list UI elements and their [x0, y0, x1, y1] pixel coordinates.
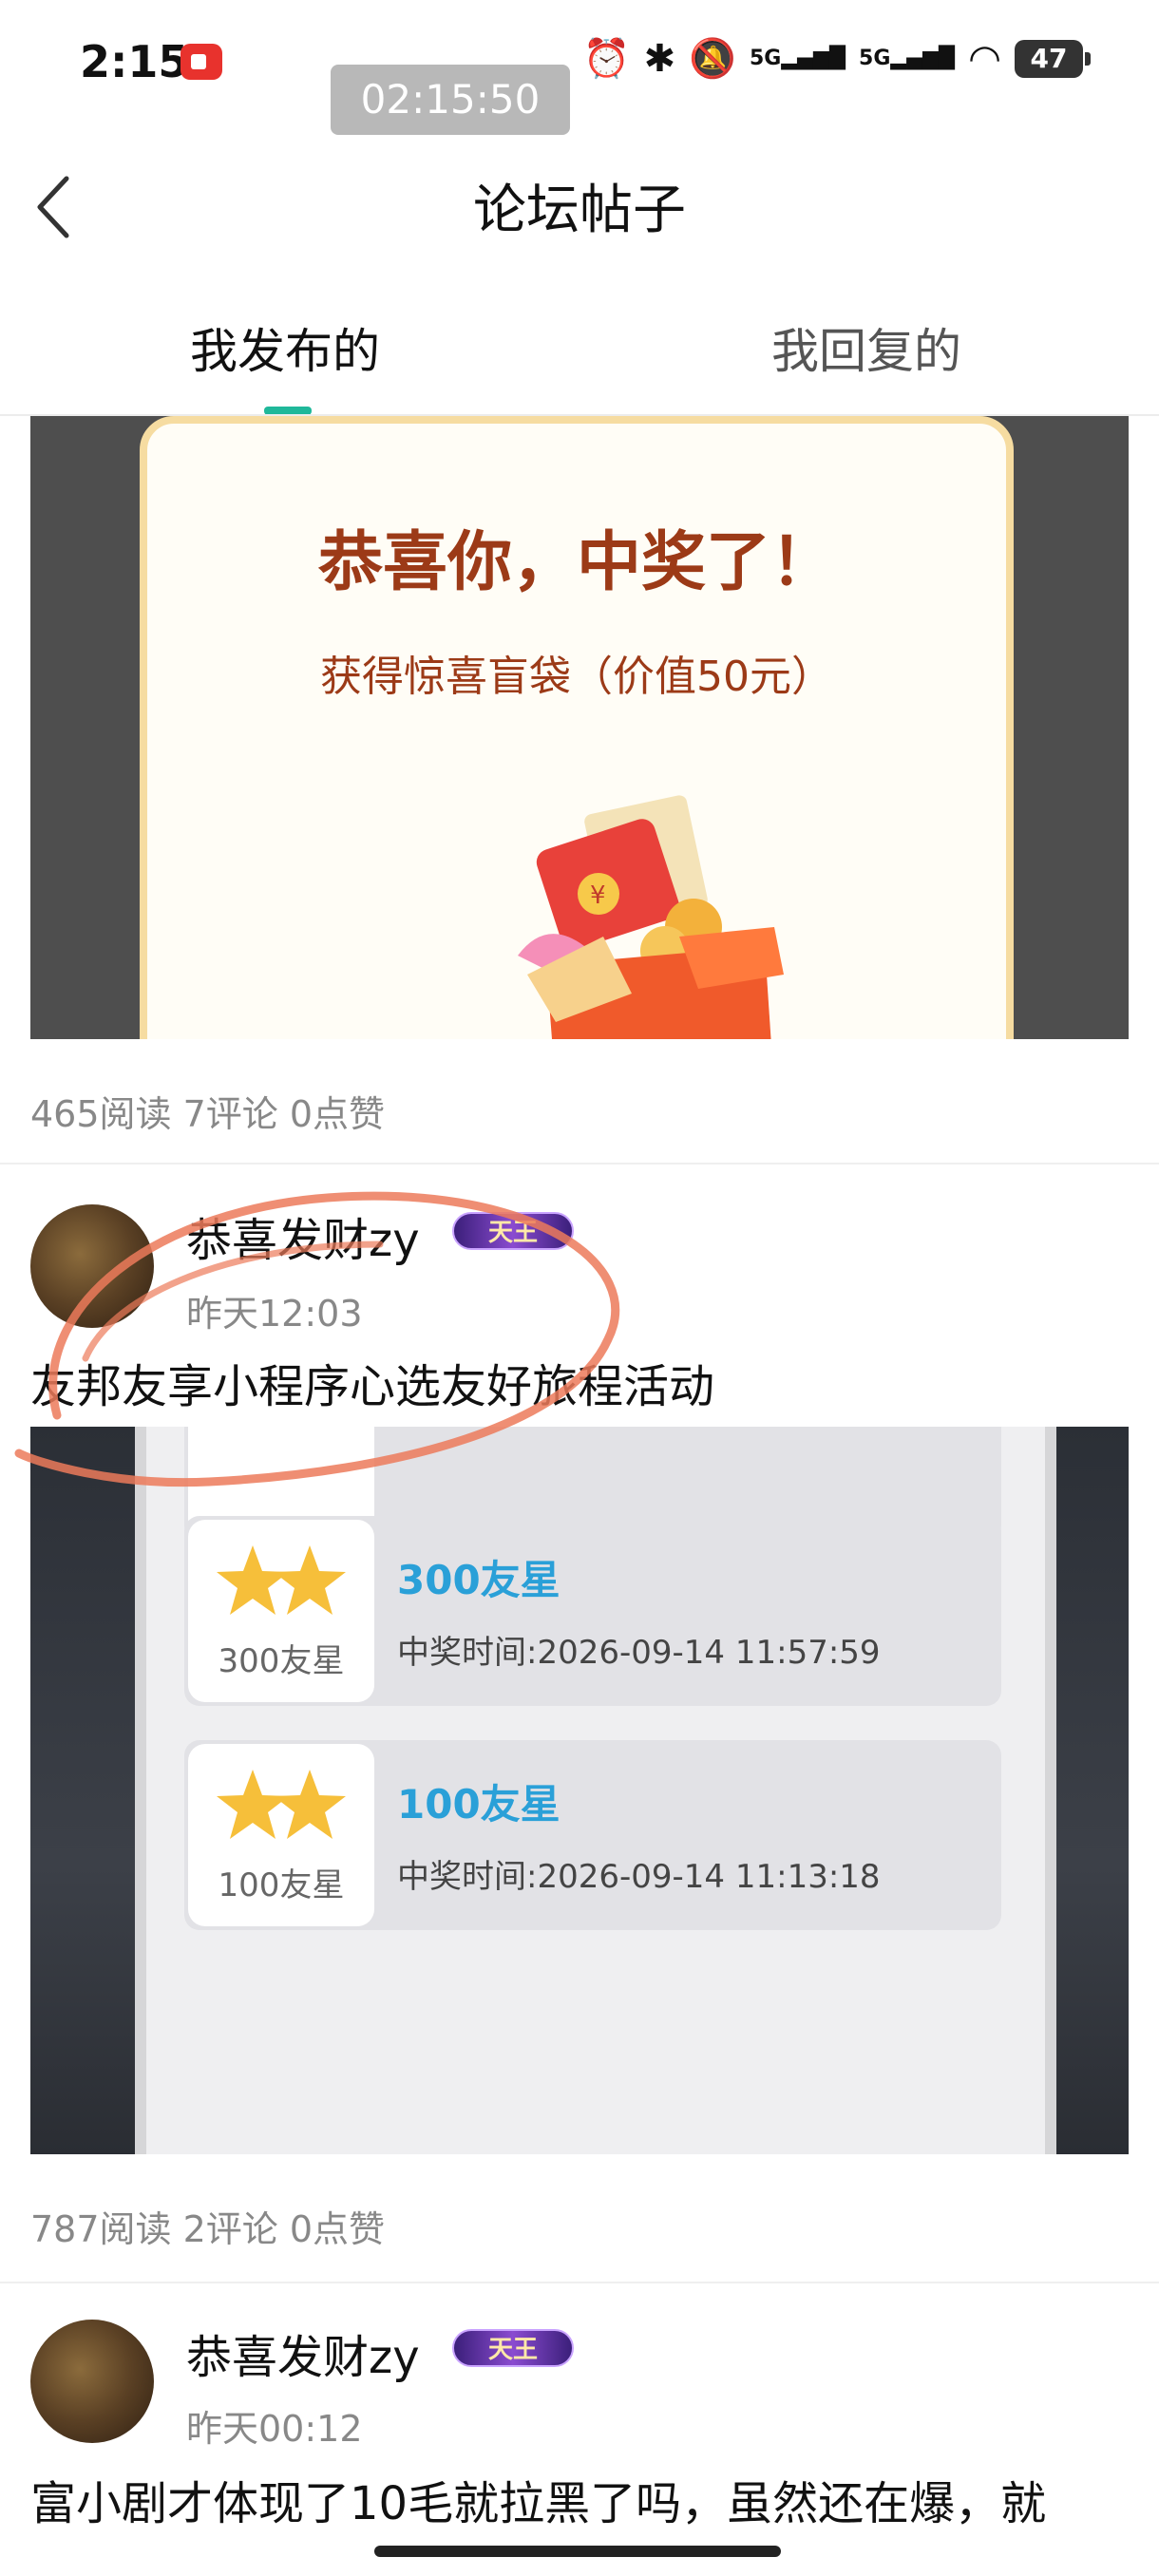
post-2-image[interactable]: 300友星 300友星 中奖时间:2026-09-14 11:57:59 100… — [30, 1427, 1129, 2154]
prize-tile: 100友星 — [188, 1744, 374, 1926]
avatar[interactable] — [30, 2320, 154, 2443]
star-icon — [217, 1545, 346, 1615]
svg-text:¥: ¥ — [590, 881, 606, 910]
prize-tile: 300友星 — [188, 1520, 374, 1702]
recording-timer[interactable]: 02:15:50 — [331, 65, 570, 135]
status-time: 2:15 — [80, 36, 189, 87]
prize-list-screenshot: 300友星 300友星 中奖时间:2026-09-14 11:57:59 100… — [135, 1427, 1056, 2154]
post-separator — [0, 2282, 1159, 2283]
post-1-stats: 465阅读 7评论 0点赞 — [30, 1093, 386, 1135]
star-icon — [217, 1770, 346, 1839]
prize-name: 300友星 — [397, 1557, 560, 1603]
level-badge: 天王 — [452, 1212, 574, 1250]
prize-card: 恭喜你，中奖了！ 获得惊喜盲袋（价值50元） ¥ — [140, 416, 1014, 1039]
prize-card-subtitle: 获得惊喜盲袋（价值50元） — [320, 653, 833, 701]
prize-card-title: 恭喜你，中奖了！ — [317, 525, 835, 600]
wifi-icon: ◠ — [968, 36, 1001, 81]
prize-time: 中奖时间:2026-09-14 11:57:59 — [397, 1634, 881, 1672]
level-badge: 天王 — [452, 2329, 574, 2367]
bluetooth-icon: ✱ — [643, 36, 676, 81]
signal-icon-1: 5G▂▄▆█ — [749, 47, 846, 70]
screen-record-icon — [180, 44, 222, 80]
post-3-author[interactable]: 恭喜发财zy — [186, 2320, 420, 2386]
tab-my-replies[interactable]: 我回复的 — [771, 313, 961, 382]
page-title: 论坛帖子 — [473, 180, 686, 241]
tab-my-posts[interactable]: 我发布的 — [190, 313, 380, 382]
post-separator — [0, 1163, 1159, 1165]
prize-row: 100友星 100友星 中奖时间:2026-09-14 11:13:18 — [184, 1740, 1001, 1930]
mute-icon: 🔕 — [689, 37, 736, 81]
post-1-image[interactable]: 恭喜你，中奖了！ 获得惊喜盲袋（价值50元） ¥ — [30, 416, 1129, 1039]
prize-time: 中奖时间:2026-09-14 11:13:18 — [397, 1858, 881, 1896]
post-3-time: 昨天00:12 — [186, 2408, 363, 2450]
signal-icon-2: 5G▂▄▆█ — [859, 47, 956, 70]
post-2-stats: 787阅读 2评论 0点赞 — [30, 2208, 386, 2250]
post-2-title[interactable]: 友邦友享小程序心选友好旅程活动 — [30, 1349, 714, 1415]
prize-row: 300友星 300友星 中奖时间:2026-09-14 11:57:59 — [184, 1516, 1001, 1706]
alarm-icon: ⏰ — [582, 37, 631, 81]
gift-box-icon: ¥ — [518, 795, 784, 1039]
battery-icon: 47 — [1015, 39, 1091, 78]
status-icons: ⏰ ✱ 🔕 5G▂▄▆█ 5G▂▄▆█ ◠ 47 — [582, 36, 1091, 81]
post-2-time: 昨天12:03 — [186, 1293, 363, 1335]
post-3-title[interactable]: 富小剧才体现了10毛就拉黑了吗，虽然还在爆，就 — [30, 2466, 1046, 2532]
home-indicator[interactable] — [374, 2546, 781, 2557]
prize-name: 100友星 — [397, 1781, 560, 1828]
post-2-author[interactable]: 恭喜发财zy — [186, 1203, 420, 1269]
avatar[interactable] — [30, 1204, 154, 1328]
